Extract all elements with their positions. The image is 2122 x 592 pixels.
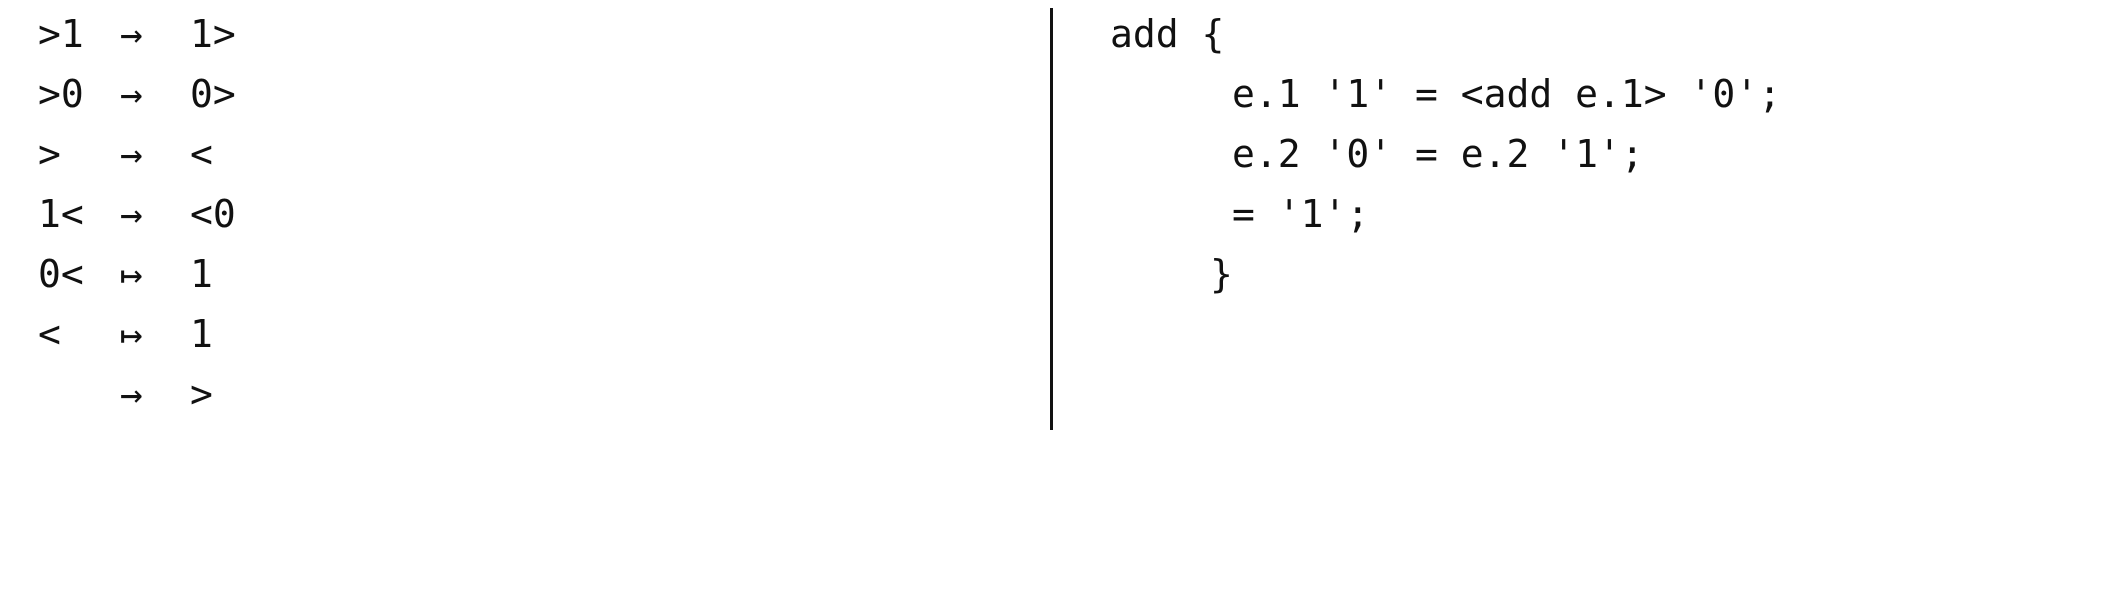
maps-to-arrow-icon: ↦	[120, 252, 143, 296]
code-line: add {	[1110, 12, 1225, 56]
rule-lhs: 1<	[38, 192, 84, 236]
maps-to-arrow-icon: ↦	[120, 312, 143, 356]
rule-lhs: >1	[38, 12, 84, 56]
rule-lhs: <	[38, 312, 61, 356]
rule-rhs: <0	[190, 192, 236, 236]
figure: >1 → 1> >0 → 0> > → < 1< → <0 0< ↦ 1 < ↦…	[0, 0, 2122, 442]
rule-rhs: 1>	[190, 12, 236, 56]
rule-row: >1 → 1>	[38, 12, 236, 72]
rule-rhs: 1	[190, 252, 213, 296]
rule-rhs: <	[190, 132, 213, 176]
arrow-icon: →	[120, 72, 143, 116]
code-line: }	[1210, 252, 1233, 296]
arrow-icon: →	[120, 132, 143, 176]
rule-row: 0< ↦ 1	[38, 252, 213, 312]
rule-rhs: 1	[190, 312, 213, 356]
rule-row: → >	[38, 372, 213, 432]
column-divider	[1050, 8, 1053, 430]
code-line: e.1 '1' = <add e.1> '0';	[1232, 72, 1782, 116]
code-line: e.2 '0' = e.2 '1';	[1232, 132, 1644, 176]
rule-rhs: >	[190, 372, 213, 416]
rule-lhs: 0<	[38, 252, 84, 296]
rule-row: 1< → <0	[38, 192, 236, 252]
arrow-icon: →	[120, 12, 143, 56]
rule-row: < ↦ 1	[38, 312, 213, 372]
rule-lhs: >0	[38, 72, 84, 116]
arrow-icon: →	[120, 372, 143, 416]
rule-row: >0 → 0>	[38, 72, 236, 132]
arrow-icon: →	[120, 192, 143, 236]
rule-row: > → <	[38, 132, 213, 192]
code-line: = '1';	[1232, 192, 1370, 236]
rule-rhs: 0>	[190, 72, 236, 116]
rule-lhs: >	[38, 132, 61, 176]
